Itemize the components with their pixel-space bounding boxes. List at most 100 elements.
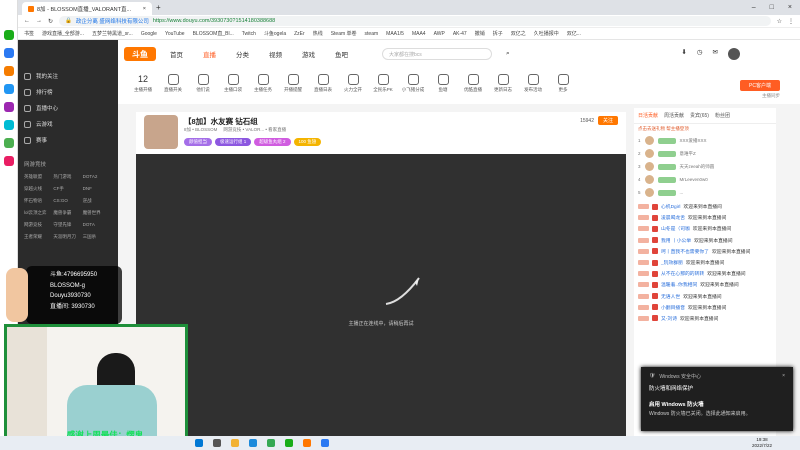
edge-icon[interactable]: [249, 439, 257, 447]
chat-nickname[interactable]: 从不在心那的的转转: [661, 270, 704, 277]
chat-tab[interactable]: 粉丝团: [715, 112, 730, 119]
reload-icon[interactable]: ↻: [48, 18, 53, 25]
bookmark-item[interactable]: YouTube: [165, 31, 185, 37]
bookmark-item[interactable]: 书签: [24, 30, 34, 37]
extension-icon[interactable]: ⋮: [788, 18, 794, 25]
rank-row[interactable]: 3 天天zeeah的师圆: [634, 160, 776, 173]
nav-item-3[interactable]: 视频: [269, 49, 282, 59]
back-icon[interactable]: ←: [24, 18, 30, 24]
chat-tab[interactable]: 日活贡献: [638, 112, 658, 119]
app-icon[interactable]: [3, 66, 14, 76]
message-icon[interactable]: ✉: [713, 48, 718, 60]
nav-item-2[interactable]: 分类: [236, 49, 249, 59]
rank-name[interactable]: MrLeeven0w0: [680, 177, 708, 182]
toolbar-item[interactable]: 开播提醒: [278, 68, 308, 93]
app-icon[interactable]: [3, 84, 14, 94]
app-icon[interactable]: [3, 120, 14, 130]
chat-tab[interactable]: 周活贡献: [664, 112, 684, 119]
nav-item-0[interactable]: 首页: [170, 49, 183, 59]
search-input[interactable]: 大家都在搜bcs: [382, 48, 492, 60]
toolbar-item[interactable]: 更多: [548, 68, 578, 93]
anchor-avatar[interactable]: [144, 115, 178, 149]
category-link[interactable]: DNF: [83, 186, 112, 192]
sidebar-item[interactable]: 直播中心: [18, 100, 118, 116]
toolbar-item[interactable]: 直播日表: [308, 68, 338, 93]
sidebar-item[interactable]: 云游戏: [18, 116, 118, 132]
bookmark-item[interactable]: 双亿...: [567, 30, 581, 37]
bookmark-item[interactable]: BLOSSOM直_Bl...: [193, 30, 234, 37]
category-link[interactable]: 守望先锋: [53, 222, 82, 228]
url-field[interactable]: 🔒 政企分离 盛网络科技有限公司 https://www.douyu.com/3…: [59, 16, 771, 26]
star-icon[interactable]: ☆: [777, 18, 782, 25]
bookmark-item[interactable]: 五梦兰特黑道_sr...: [92, 30, 133, 37]
chrome-icon[interactable]: [267, 439, 275, 447]
close-icon[interactable]: ×: [143, 6, 146, 12]
rank-name[interactable]: 天天zeeah的师圆: [680, 164, 715, 170]
rank-name[interactable]: ...: [680, 190, 684, 195]
nav-item-1[interactable]: 直播: [203, 49, 216, 59]
sidebar-item[interactable]: 排行榜: [18, 84, 118, 100]
search-icon[interactable]: ⌕: [506, 50, 510, 58]
search-icon[interactable]: [213, 439, 221, 447]
history-icon[interactable]: ◷: [697, 48, 703, 60]
windows-notification[interactable]: 🛡 Windows 安全中心 × 防火墙和网络保护 启用 Windows 防火墙…: [641, 367, 793, 431]
toolbar-item[interactable]: 优酷直播: [458, 68, 488, 93]
category-link[interactable]: 热门游戏: [53, 174, 82, 180]
chat-nickname[interactable]: 又-刘诗: [661, 315, 677, 322]
bookmark-item[interactable]: MAA1/5: [386, 31, 404, 37]
browser-tab[interactable]: 8加 - BLOSSOM直播_VALORANT直... ×: [22, 2, 152, 15]
folder-icon[interactable]: [231, 439, 239, 447]
chat-nickname[interactable]: 我用 丨小公举: [661, 237, 691, 244]
toolbar-item[interactable]: 火力全开: [338, 68, 368, 93]
room-tag[interactable]: 颜值担当: [184, 138, 212, 146]
qq-icon[interactable]: [321, 439, 329, 447]
toolbar-item[interactable]: 鱼塘: [428, 68, 458, 93]
toolbar-item[interactable]: 小飞猪分成: [398, 68, 428, 93]
bookmark-item[interactable]: MAA4: [412, 31, 426, 37]
category-link[interactable]: DOTA2: [83, 174, 112, 180]
qq-icon[interactable]: [3, 48, 14, 58]
bookmark-item[interactable]: AWP: [434, 31, 445, 37]
category-link[interactable]: CS:GO: [53, 198, 82, 204]
bookmark-item[interactable]: 久吐播报中: [534, 30, 559, 37]
toolbar-item[interactable]: 他们说: [188, 68, 218, 93]
toolbar-item[interactable]: 全民乐PK: [368, 68, 398, 93]
start-icon[interactable]: [195, 439, 203, 447]
toolbar-item[interactable]: 直播开关: [158, 68, 188, 93]
category-link[interactable]: 魔兽世界: [83, 210, 112, 216]
follow-button[interactable]: 关注: [597, 116, 618, 125]
chat-nickname[interactable]: 呵丨直我不也需要你了: [661, 248, 709, 255]
category-link[interactable]: 魔兽争霸: [53, 210, 82, 216]
toolbar-item[interactable]: 更新日志: [488, 68, 518, 93]
video-player[interactable]: 主播正在连线中，请稍后再试: [136, 154, 626, 436]
chat-tab[interactable]: 贵宾(65): [690, 112, 709, 119]
category-link[interactable]: 天涯明月刀: [53, 234, 82, 240]
category-link[interactable]: 怀石物语: [24, 198, 53, 204]
bookmark-item[interactable]: 游戏直播_全部游...: [42, 30, 84, 37]
douyu-logo[interactable]: 斗鱼: [124, 47, 156, 61]
bookmark-item[interactable]: 撤销: [475, 30, 485, 37]
bookmark-item[interactable]: Steam 单卷: [331, 30, 357, 37]
bookmark-item[interactable]: 热线: [313, 30, 323, 37]
rank-name[interactable]: XXX爱播XXX: [680, 138, 707, 144]
bookmark-item[interactable]: Google: [141, 31, 157, 37]
bookmark-item[interactable]: 拆子: [493, 30, 503, 37]
room-tag[interactable]: 超级鱼丸组 2: [254, 138, 291, 146]
chat-nickname[interactable]: 小翻目播音: [661, 304, 685, 311]
sidebar-item[interactable]: 赛事: [18, 132, 118, 148]
avatar[interactable]: [728, 48, 740, 60]
nav-item-5[interactable]: 鱼吧: [335, 49, 348, 59]
new-tab-icon[interactable]: +: [156, 3, 161, 12]
toolbar-item[interactable]: 主播口袋: [218, 68, 248, 93]
category-link[interactable]: 王者荣耀: [24, 234, 53, 240]
app-icon[interactable]: [3, 138, 14, 148]
rank-row[interactable]: 5...: [634, 186, 776, 199]
category-link[interactable]: 穿越火线: [24, 186, 53, 192]
close-window-icon[interactable]: ×: [788, 4, 792, 11]
rank-row[interactable]: 1 XXX爱播XXX: [634, 134, 776, 147]
rank-row[interactable]: 2 意难平Z: [634, 147, 776, 160]
app-icon[interactable]: [3, 102, 14, 112]
rank-row[interactable]: 4 MrLeeven0w0: [634, 173, 776, 186]
bookmark-item[interactable]: 斗鱼ogela: [264, 30, 286, 37]
chat-nickname[interactable]: 山冬是（司咖: [661, 225, 690, 232]
